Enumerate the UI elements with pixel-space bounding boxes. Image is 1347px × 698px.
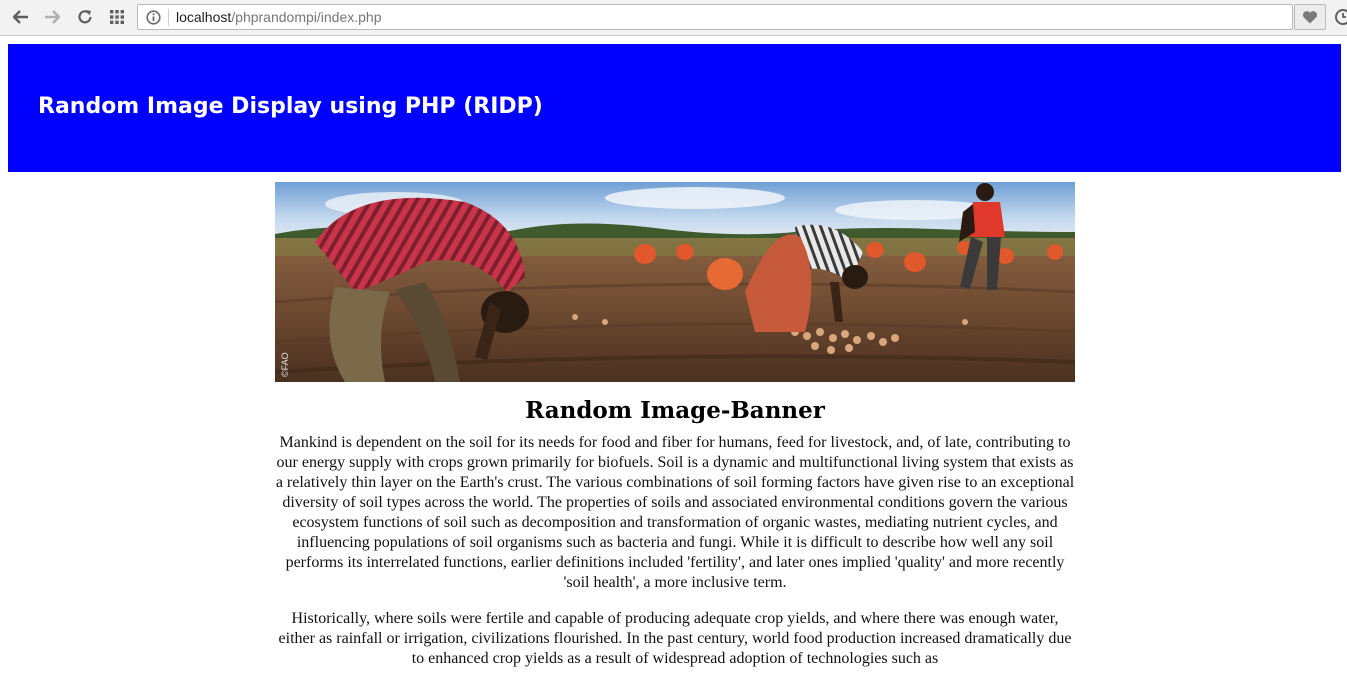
url-host: localhost — [176, 9, 232, 25]
address-bar[interactable]: localhost/phprandompi/index.php — [137, 4, 1293, 30]
banner-watermark: ©FAO — [280, 352, 290, 377]
forward-button[interactable] — [40, 6, 64, 28]
banner-image: ©FAO — [275, 182, 1075, 382]
browser-toolbar: localhost/phprandompi/index.php — [0, 0, 1347, 36]
arrow-left-icon — [13, 10, 28, 24]
url-text[interactable]: localhost/phprandompi/index.php — [176, 9, 382, 26]
extension-button[interactable] — [1334, 6, 1347, 28]
apps-grid-icon — [110, 10, 124, 24]
site-info-icon[interactable] — [146, 10, 161, 25]
article-paragraph: Historically, where soils were fertile a… — [278, 610, 1072, 667]
page-title: Random Image Display using PHP (RIDP) — [38, 94, 543, 119]
url-separator — [168, 9, 169, 26]
url-path: /phprandompi/index.php — [231, 9, 382, 25]
back-button[interactable] — [9, 6, 33, 28]
page-header: Random Image Display using PHP (RIDP) — [8, 44, 1341, 172]
heart-icon — [1302, 11, 1318, 24]
reload-icon — [78, 10, 92, 24]
arrow-right-icon — [45, 10, 60, 24]
bookmark-button[interactable] — [1294, 4, 1326, 30]
reload-button[interactable] — [73, 6, 97, 28]
article-paragraph: Mankind is dependent on the soil for its… — [275, 434, 1075, 591]
apps-button[interactable] — [105, 6, 129, 28]
article: Random Image-Banner Mankind is dependent… — [275, 392, 1075, 685]
article-heading: Random Image-Banner — [525, 397, 825, 424]
clock-icon — [1335, 9, 1347, 25]
